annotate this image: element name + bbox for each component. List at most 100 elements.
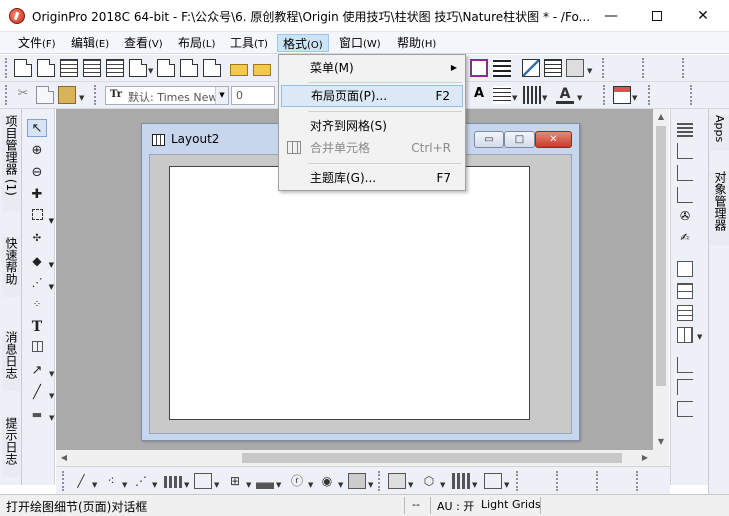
tab-quick-help[interactable]: 快速帮助 — [2, 237, 20, 297]
font-name-combo[interactable]: Tr 默认: Times New ▼ — [105, 86, 229, 105]
fill-color-icon[interactable] — [613, 86, 631, 104]
paste-dropdown-icon[interactable]: ▼ — [79, 94, 84, 102]
3d-dropdown-icon[interactable]: ▼ — [368, 481, 373, 489]
open-template-icon[interactable] — [253, 64, 271, 76]
font-name-dropdown-icon[interactable]: ▼ — [215, 87, 228, 104]
3d-surface-icon[interactable] — [388, 473, 406, 489]
3d-surface-dropdown-icon[interactable]: ▼ — [408, 481, 413, 489]
line-plot-dropdown-icon[interactable]: ▼ — [92, 481, 97, 489]
line-style-dropdown-icon[interactable]: ▼ — [542, 94, 547, 102]
stock-plot-icon[interactable]: ◉ — [318, 473, 336, 489]
toolbar-grip-4[interactable] — [556, 471, 560, 491]
menu-view[interactable]: 查看(V) — [119, 34, 168, 52]
layer-2-icon[interactable] — [677, 283, 693, 299]
polar-plot-icon[interactable]: ⓡ — [288, 473, 306, 489]
layer-dropdown-icon[interactable]: ▼ — [697, 333, 702, 341]
scroll-down-icon[interactable]: ▼ — [653, 434, 669, 450]
3d-bar-dropdown-icon[interactable]: ▼ — [472, 481, 477, 489]
new-matrix-icon[interactable] — [83, 59, 101, 77]
open-icon[interactable] — [230, 64, 248, 76]
stock-dropdown-icon[interactable]: ▼ — [338, 481, 343, 489]
new-graph-icon[interactable] — [129, 59, 147, 77]
new-function-icon[interactable] — [157, 59, 175, 77]
new-layout-icon[interactable] — [180, 59, 198, 77]
align-list-icon[interactable] — [544, 59, 562, 77]
mask-dropdown-icon[interactable]: ▼ — [49, 256, 54, 274]
tab-message-log[interactable]: 消息日志 — [2, 331, 20, 391]
toolbar-grip[interactable] — [62, 471, 66, 491]
menu-item-snap-to-grid[interactable]: 对齐到网格(S) — [281, 115, 463, 137]
new-folder-doc-icon[interactable] — [37, 59, 55, 77]
rectangle-tool[interactable]: ▬ — [27, 406, 47, 424]
text-tool[interactable]: T — [27, 318, 47, 336]
workspace-vertical-scrollbar[interactable]: ▲ ▼ — [653, 109, 669, 450]
draw-data-tool[interactable]: ⋰ ▼ — [27, 274, 55, 292]
rectangle-dropdown-icon[interactable]: ▼ — [49, 414, 54, 422]
scroll-up-icon[interactable]: ▲ — [653, 109, 669, 125]
layout-maximize-button[interactable]: □ — [504, 131, 535, 148]
line-symbol-icon[interactable]: ⋰ — [132, 473, 150, 489]
menu-file[interactable]: 文件(F) — [13, 34, 61, 52]
toolbar-grip-2[interactable] — [94, 85, 98, 105]
scatter-dropdown-icon[interactable]: ▼ — [122, 481, 127, 489]
toolbar-grip-4[interactable] — [648, 85, 652, 105]
menu-window[interactable]: 窗口(W) — [334, 34, 386, 52]
horizontal-scroll-thumb[interactable] — [242, 453, 622, 463]
line-tool[interactable]: ╱ — [27, 384, 47, 402]
layout-close-button[interactable]: ✕ — [535, 131, 572, 148]
scatter-plot-icon[interactable]: ⁖ — [102, 473, 120, 489]
tab-object-manager[interactable]: 对象管理器 — [710, 171, 729, 245]
scroll-left-icon[interactable]: ◀ — [56, 450, 72, 466]
cut-icon[interactable]: ✂ — [14, 86, 32, 104]
toolbar-grip-5[interactable] — [690, 85, 694, 105]
layout-page[interactable] — [169, 166, 530, 420]
align-center-icon[interactable] — [677, 401, 693, 417]
area-dropdown-icon[interactable]: ▼ — [276, 481, 281, 489]
toolbar-grip-2[interactable] — [602, 58, 606, 78]
close-button[interactable]: ✕ — [680, 0, 726, 32]
zoom-in-tool[interactable]: ⊕ — [27, 142, 47, 160]
menu-item-menu[interactable]: 菜单(M) ▶ — [281, 57, 463, 79]
statistics-icon[interactable]: ⊞ — [226, 473, 244, 489]
draw-data-dropdown-icon[interactable]: ▼ — [49, 278, 54, 296]
layer-stack-icon[interactable] — [677, 121, 693, 137]
3d-scatter-dropdown-icon[interactable]: ▼ — [440, 481, 445, 489]
edit-object-icon[interactable] — [522, 59, 540, 77]
text-align-icon[interactable] — [493, 86, 511, 104]
color-picker-icon[interactable] — [470, 59, 488, 77]
menu-item-layout-page[interactable]: 布局页面(P)... F2 — [281, 85, 463, 107]
align-top-icon[interactable] — [677, 379, 693, 395]
text-align-dropdown-icon[interactable]: ▼ — [512, 94, 517, 102]
toolbar-grip[interactable] — [5, 85, 9, 105]
film-strip-icon[interactable] — [493, 59, 511, 77]
statistics-dropdown-icon[interactable]: ▼ — [246, 481, 251, 489]
column-dropdown-icon[interactable]: ▼ — [184, 481, 189, 489]
pointer-tool[interactable]: ↖ — [27, 119, 47, 137]
menu-edit[interactable]: 编辑(E) — [66, 34, 114, 52]
menu-item-merge-cells[interactable]: 合并单元格 Ctrl+R — [281, 137, 463, 159]
increase-font-icon[interactable]: A — [470, 86, 488, 104]
extract-icon[interactable]: ✍ — [677, 231, 693, 247]
move-tool[interactable]: ✣ — [27, 230, 47, 248]
vertical-scroll-thumb[interactable] — [656, 126, 666, 386]
paste-icon[interactable] — [58, 86, 76, 104]
toolbar-grip-4[interactable] — [682, 58, 686, 78]
new-notes-icon[interactable] — [203, 59, 221, 77]
fill-color-dropdown-icon[interactable]: ▼ — [632, 94, 637, 102]
table-tool[interactable] — [27, 340, 47, 358]
column-plot-icon[interactable] — [164, 476, 182, 488]
toolbar-grip-2[interactable] — [378, 471, 382, 491]
toolbar-grip-3[interactable] — [642, 58, 646, 78]
arrow-dropdown-icon[interactable]: ▼ — [49, 370, 54, 378]
minimize-button[interactable]: — — [588, 0, 634, 32]
copy-icon[interactable] — [36, 86, 54, 104]
region-tool[interactable]: ⁘ — [27, 296, 47, 314]
font-color-dropdown-icon[interactable]: ▼ — [577, 94, 582, 102]
contour-icon[interactable] — [484, 473, 502, 489]
menu-format[interactable]: 格式(O) — [277, 34, 329, 52]
font-color-icon[interactable]: A — [556, 86, 574, 104]
menu-help[interactable]: 帮助(H) — [392, 34, 441, 52]
toolbar-grip-3[interactable] — [516, 471, 520, 491]
line-plot-icon[interactable]: ╱ — [72, 473, 90, 489]
new-project-icon[interactable] — [14, 59, 32, 77]
